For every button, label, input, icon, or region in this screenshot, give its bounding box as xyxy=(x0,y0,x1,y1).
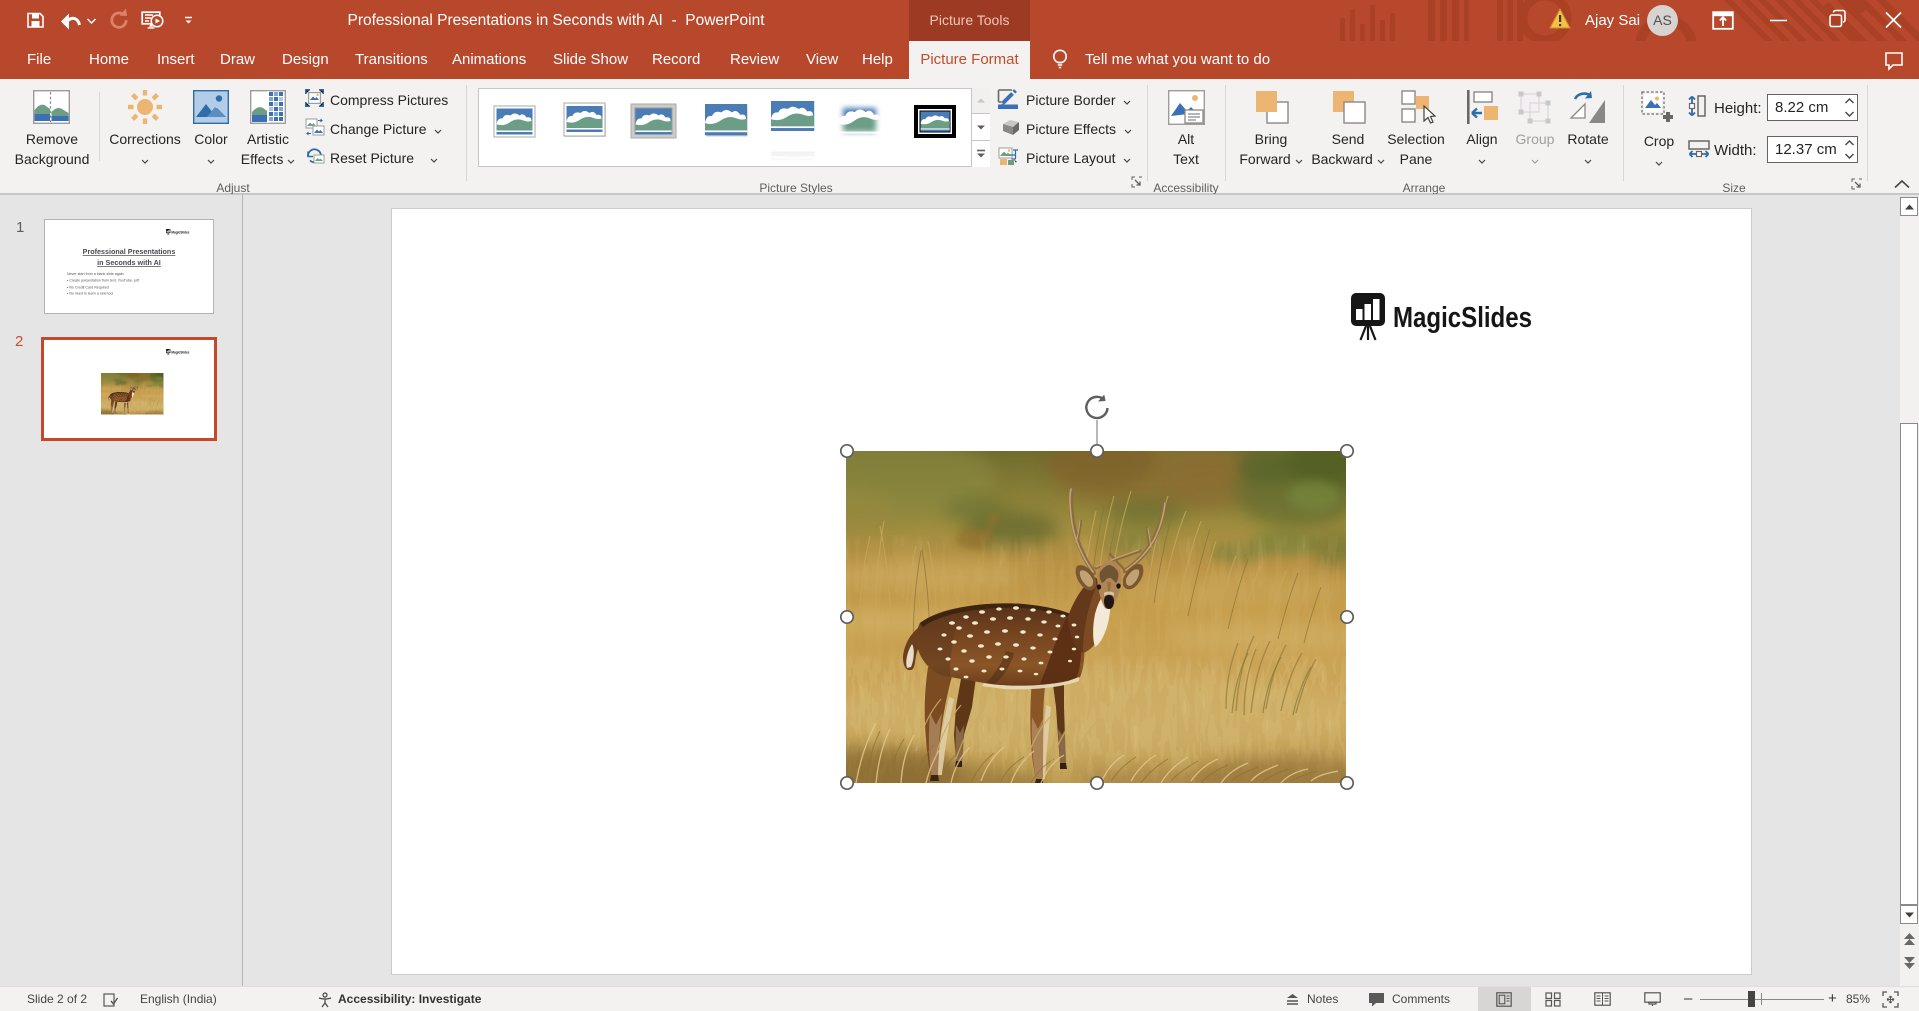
svg-text:• No need to learn a new tool: • No need to learn a new tool xyxy=(67,292,113,296)
svg-text:Professional Presentations: Professional Presentations xyxy=(83,247,176,256)
svg-text:Never start from a blank slide: Never start from a blank slide again. xyxy=(67,272,125,276)
svg-text:• No Credit Card Required: • No Credit Card Required xyxy=(67,286,109,290)
svg-text:• Create presentation from tex: • Create presentation from text, YouTube… xyxy=(67,279,139,283)
svg-text:in Seconds with AI: in Seconds with AI xyxy=(97,258,161,267)
svg-text:MagicSlides: MagicSlides xyxy=(1393,302,1532,334)
